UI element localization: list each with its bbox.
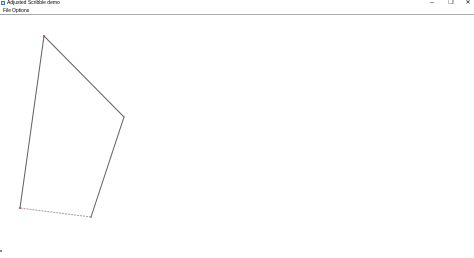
- edge-bottom: [19, 207, 92, 218]
- minimize-button[interactable]: ─: [426, 0, 438, 7]
- title-bar: Adjusted Scribble demo ─ ❐ ✕: [0, 0, 474, 8]
- vertex-top[interactable]: [43, 35, 45, 37]
- status-dot: [0, 250, 2, 252]
- menu-options[interactable]: Options: [12, 8, 29, 14]
- edge-right: [90, 116, 125, 218]
- window-title: Adjusted Scribble demo: [7, 0, 60, 6]
- app-icon: [1, 1, 5, 5]
- menu-bar: File Options: [0, 8, 474, 15]
- menu-file[interactable]: File: [3, 8, 11, 14]
- vertex-right[interactable]: [123, 116, 125, 118]
- scribble-drawing: [19, 35, 125, 218]
- edge-left: [19, 35, 45, 209]
- restore-button[interactable]: ❐: [445, 0, 457, 7]
- vertex-bottom-left[interactable]: [19, 207, 21, 209]
- edge-top-right: [43, 35, 125, 118]
- vertex-bottom-right[interactable]: [90, 216, 92, 218]
- drawing-canvas[interactable]: [0, 15, 474, 253]
- close-button[interactable]: ✕: [462, 0, 474, 7]
